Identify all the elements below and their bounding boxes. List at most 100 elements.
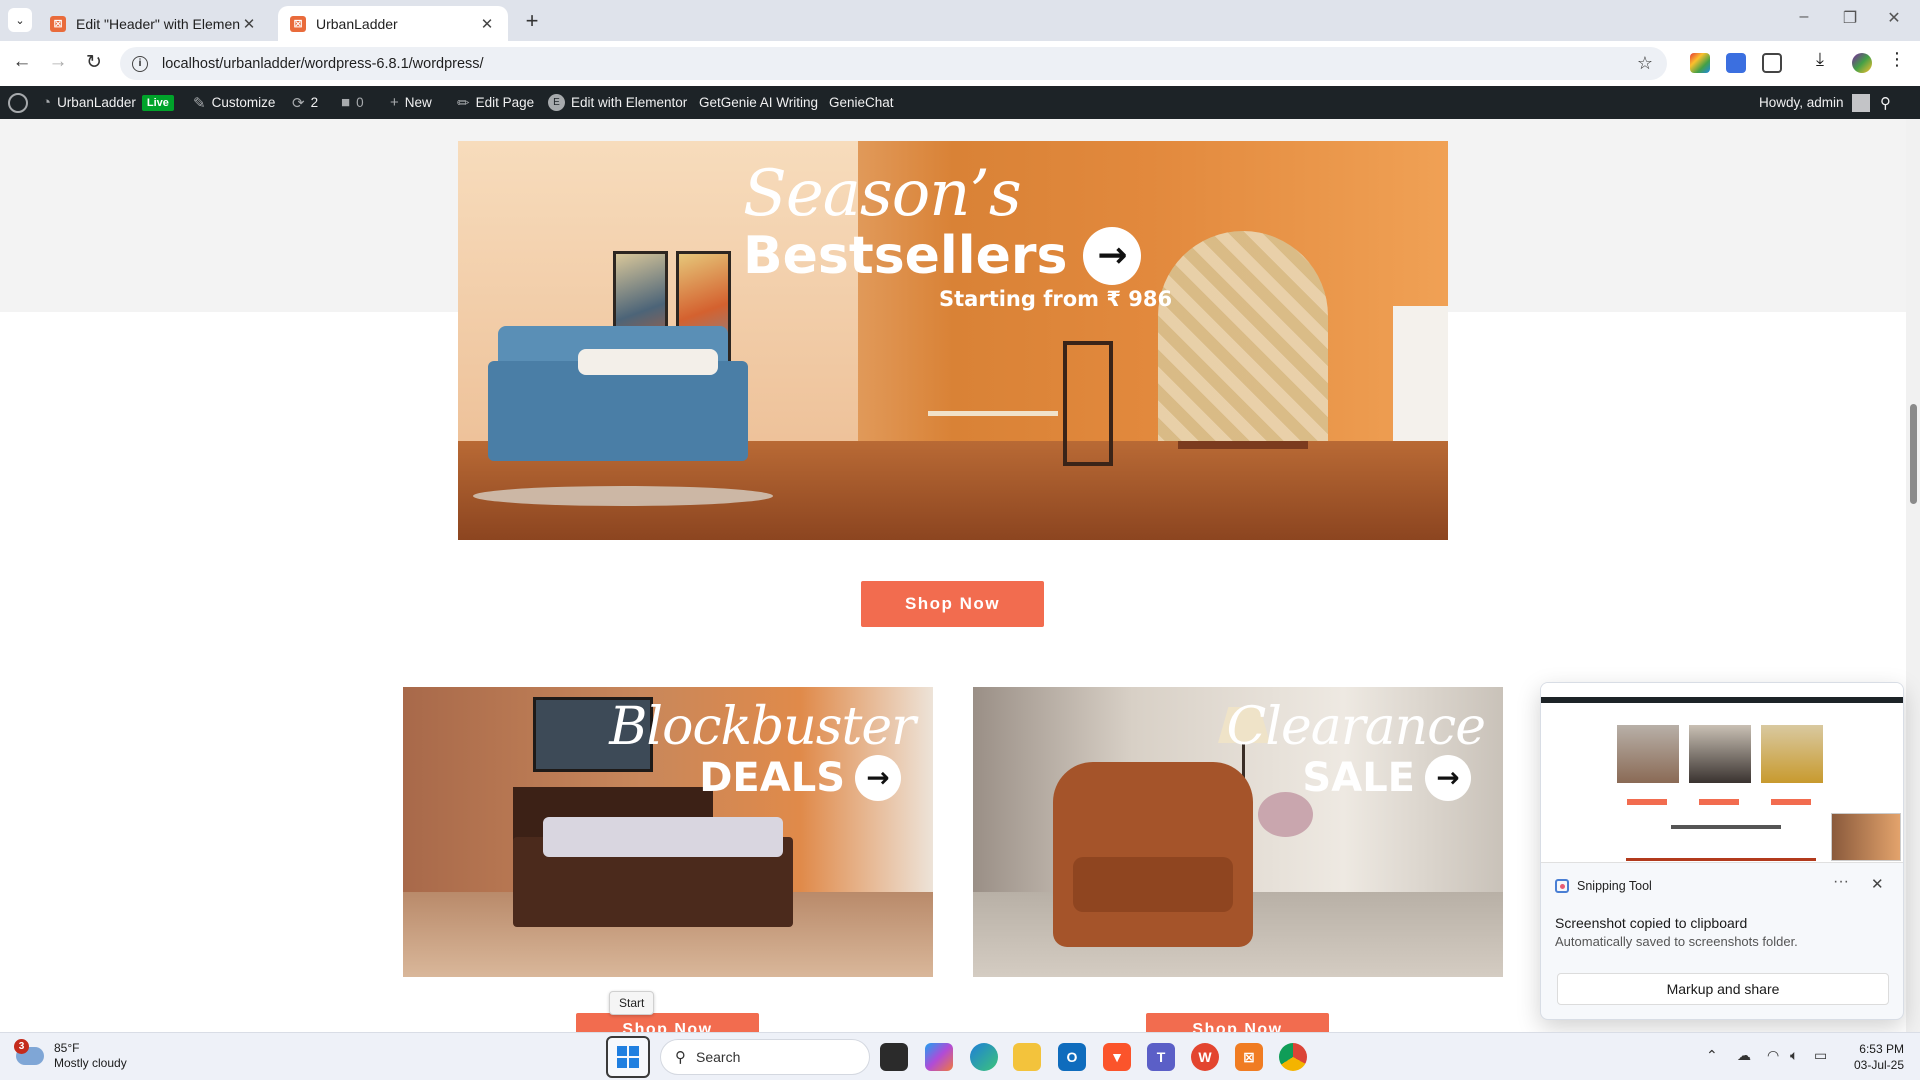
- weather-widget[interactable]: 3 85°F Mostly cloudy: [14, 1039, 127, 1071]
- edit-elementor-label: Edit with Elementor: [571, 95, 688, 110]
- thumb-divider: [1626, 858, 1816, 861]
- taskbar-search[interactable]: ⚲ Search: [660, 1039, 870, 1075]
- file-explorer-icon[interactable]: [1013, 1043, 1041, 1071]
- thumb-side-image: [1831, 813, 1901, 861]
- thumb-product-image: [1759, 723, 1825, 785]
- volume-icon[interactable]: 🔈︎: [1790, 1047, 1798, 1064]
- shop-now-button-blockbuster[interactable]: Shop Now: [576, 1013, 759, 1032]
- hero-pillows: [578, 349, 718, 375]
- translate-extension-icon[interactable]: [1726, 53, 1746, 73]
- hero-shelf: [1063, 341, 1113, 466]
- page-scrollbar[interactable]: [1906, 119, 1920, 1032]
- pencil-icon: ✏: [457, 94, 470, 112]
- cloud-sync-icon[interactable]: ☁: [1737, 1047, 1751, 1064]
- outlook-icon[interactable]: O: [1058, 1043, 1086, 1071]
- color-extension-icon[interactable]: [1690, 53, 1710, 73]
- minimize-button[interactable]: –: [1784, 8, 1824, 26]
- tab-title: UrbanLadder: [316, 15, 398, 32]
- snipping-tool-notification[interactable]: Snipping Tool ··· ✕ Screenshot copied to…: [1540, 682, 1904, 1020]
- new-content-menu[interactable]: + New: [390, 86, 432, 119]
- markup-and-share-button[interactable]: Markup and share: [1557, 973, 1889, 1005]
- updates-link[interactable]: ⟳ 2: [292, 86, 318, 119]
- notification-app-name: Snipping Tool: [1577, 879, 1652, 893]
- copilot-icon[interactable]: [925, 1043, 953, 1071]
- taskbar-clock[interactable]: 6:53 PM 03-Jul-25: [1854, 1041, 1904, 1073]
- edit-page-label: Edit Page: [475, 95, 535, 110]
- tab-urbanladder[interactable]: ⊠ UrbanLadder ✕: [278, 6, 508, 41]
- close-tab-icon[interactable]: ✕: [240, 15, 258, 33]
- scrollbar-thumb[interactable]: [1910, 404, 1917, 504]
- brave-icon[interactable]: ▼: [1103, 1043, 1131, 1071]
- promo-banner-clearance[interactable]: Clearance SALE →: [973, 687, 1503, 977]
- tab-edit-header[interactable]: ⊠ Edit "Header" with Elementor ✕: [38, 6, 270, 41]
- edge-icon[interactable]: [970, 1043, 998, 1071]
- shop-now-button-clearance[interactable]: Shop Now: [1146, 1013, 1329, 1032]
- restore-button[interactable]: ❐: [1830, 8, 1870, 28]
- paintbrush-icon: ✎: [193, 94, 206, 112]
- arrow-right-icon[interactable]: →: [1083, 227, 1142, 285]
- arrow-right-icon[interactable]: →: [855, 755, 901, 801]
- chrome-menu-icon[interactable]: ⋮: [1888, 49, 1908, 69]
- clock-date: 03-Jul-25: [1853, 1058, 1904, 1072]
- promo-text: Blockbuster DEALS →: [609, 699, 916, 801]
- hero-desk: [928, 411, 1058, 451]
- comments-link[interactable]: ■ 0: [341, 86, 364, 119]
- tab-search-button[interactable]: ⌄: [8, 8, 32, 32]
- customize-label: Customize: [211, 95, 276, 110]
- close-window-button[interactable]: ✕: [1874, 8, 1914, 28]
- comment-bubble-icon: ■: [341, 94, 351, 111]
- promo-recliner-seat: [1073, 857, 1233, 912]
- forward-arrow-icon: →: [48, 51, 68, 72]
- browser-toolbar: ← → ↻ i localhost/urbanladder/wordpress-…: [0, 41, 1920, 86]
- xampp-icon[interactable]: ⊠: [1235, 1043, 1263, 1071]
- show-hidden-icons[interactable]: ⌃: [1706, 1047, 1718, 1064]
- screenshot-thumbnail[interactable]: [1541, 683, 1903, 863]
- battery-icon[interactable]: ▭: [1814, 1047, 1827, 1064]
- hero-banner[interactable]: Season’s Bestsellers → Starting from ₹ 9…: [458, 141, 1448, 540]
- elementor-icon: E: [548, 94, 565, 111]
- site-name-menu[interactable]: ◔ UrbanLadder Live: [42, 86, 174, 119]
- extensions-puzzle-icon[interactable]: [1762, 53, 1782, 73]
- wp-logo-menu[interactable]: [8, 86, 28, 119]
- avatar: [1851, 93, 1870, 112]
- back-button[interactable]: ←: [9, 51, 35, 73]
- search-icon: ⚲: [675, 1049, 686, 1066]
- howdy-label: Howdy, admin: [1759, 95, 1844, 110]
- notification-title: Screenshot copied to clipboard: [1555, 915, 1748, 931]
- promo-headline-text: SALE: [1302, 755, 1415, 801]
- wps-office-icon[interactable]: W: [1191, 1043, 1219, 1071]
- teams-icon[interactable]: T: [1147, 1043, 1175, 1071]
- profile-avatar[interactable]: [1852, 53, 1872, 73]
- download-icon[interactable]: ⤓: [1816, 49, 1836, 69]
- site-info-icon[interactable]: i: [132, 55, 148, 72]
- address-bar[interactable]: i localhost/urbanladder/wordpress-6.8.1/…: [120, 47, 1667, 80]
- reload-button[interactable]: ↻: [81, 51, 107, 74]
- forward-button[interactable]: →: [45, 51, 71, 73]
- new-tab-button[interactable]: +: [520, 8, 544, 34]
- getgenie-link[interactable]: GetGenie AI Writing: [699, 86, 818, 119]
- hero-arch-wallpaper: [1158, 231, 1328, 451]
- bookmark-star-icon[interactable]: ☆: [1637, 53, 1653, 74]
- edit-with-elementor-link[interactable]: E Edit with Elementor: [548, 86, 687, 119]
- shop-now-button[interactable]: Shop Now: [861, 581, 1044, 627]
- promo-banner-blockbuster[interactable]: Blockbuster DEALS →: [403, 687, 933, 977]
- notification-close-button[interactable]: ✕: [1871, 875, 1884, 893]
- wp-admin-bar: ◔ UrbanLadder Live ✎ Customize ⟳ 2 ■ 0 +…: [0, 86, 1920, 119]
- plus-icon: +: [390, 94, 399, 111]
- close-tab-icon[interactable]: ✕: [478, 15, 496, 33]
- elementor-favicon-icon: ⊠: [50, 15, 66, 32]
- task-view-icon[interactable]: [880, 1043, 908, 1071]
- my-account-menu[interactable]: Howdy, admin: [1759, 86, 1870, 119]
- getgenie-label: GetGenie AI Writing: [699, 95, 819, 110]
- edit-page-link[interactable]: ✏ Edit Page: [457, 86, 534, 119]
- promo-headline: SALE →: [1227, 755, 1471, 801]
- start-button[interactable]: [606, 1036, 650, 1078]
- arrow-right-icon[interactable]: →: [1425, 755, 1471, 801]
- wifi-icon[interactable]: ◠: [1767, 1047, 1779, 1064]
- notification-more-button[interactable]: ···: [1833, 873, 1849, 891]
- chrome-icon[interactable]: [1279, 1043, 1307, 1071]
- customize-link[interactable]: ✎ Customize: [193, 86, 275, 119]
- admin-search-button[interactable]: ⚲: [1880, 86, 1891, 119]
- geniechat-link[interactable]: GenieChat: [829, 86, 894, 119]
- live-badge: Live: [141, 94, 174, 111]
